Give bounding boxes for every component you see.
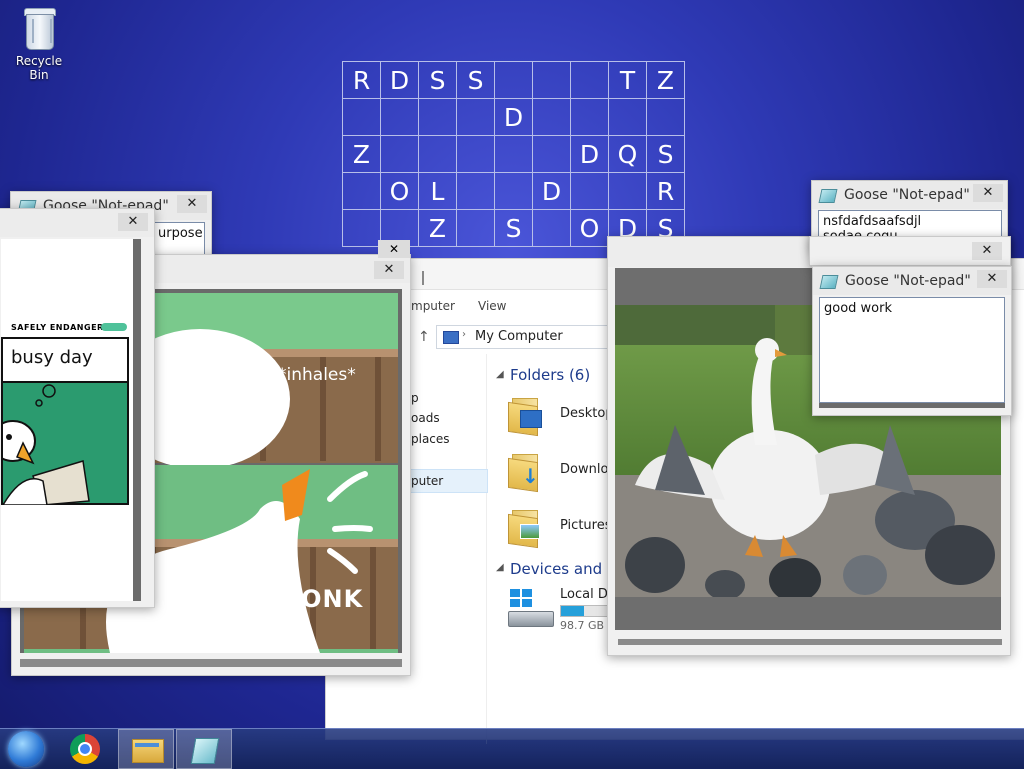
grid-cell: D	[570, 135, 609, 173]
folder-downloads[interactable]: ↓ Downloa	[508, 450, 616, 493]
nav-item-2[interactable]: places	[411, 432, 450, 446]
grid-cell: S	[418, 61, 457, 99]
devices-header[interactable]: Devices and dr	[510, 560, 623, 578]
grid-cell	[532, 209, 571, 247]
close-button[interactable]: ✕	[977, 270, 1007, 288]
grid-cell: S	[494, 209, 533, 247]
address-text: My Computer	[475, 329, 563, 344]
grid-cell	[570, 61, 609, 99]
meme-caption: busy day	[11, 347, 93, 368]
grid-cell	[570, 172, 609, 210]
start-button[interactable]	[0, 729, 56, 769]
close-button[interactable]: ✕	[118, 213, 148, 231]
grid-cell	[456, 172, 495, 210]
grid-cell	[418, 98, 457, 136]
nav-item-1[interactable]: oads	[411, 411, 440, 425]
notepad-text-area[interactable]: good work	[819, 297, 1005, 403]
meme-panel: busy day	[1, 337, 129, 505]
grid-cell	[342, 98, 381, 136]
close-button[interactable]: ✕	[972, 242, 1002, 260]
grid-cell	[532, 98, 571, 136]
grid-cell	[494, 135, 533, 173]
grid-cell	[380, 98, 419, 136]
grid-cell	[342, 172, 381, 210]
collapse-arrow-icon[interactable]: ◢	[496, 562, 504, 573]
grid-cell	[532, 135, 571, 173]
notepad-icon	[818, 189, 838, 203]
grid-cell: D	[380, 61, 419, 99]
grid-cell	[456, 209, 495, 247]
folder-download-icon: ↓	[508, 450, 542, 493]
grid-cell: T	[608, 61, 647, 99]
grid-cell: O	[380, 172, 419, 210]
recycle-bin-icon	[22, 8, 56, 50]
grid-cell: R	[342, 61, 381, 99]
grid-cell: Z	[646, 61, 685, 99]
grid-cell: R	[646, 172, 685, 210]
up-arrow-icon[interactable]: ↑	[418, 329, 430, 345]
grid-cell	[532, 61, 571, 99]
grid-cell	[456, 98, 495, 136]
grid-cell	[494, 61, 533, 99]
disk-usage-bar	[560, 605, 612, 617]
grid-cell: D	[494, 98, 533, 136]
close-button[interactable]: ✕	[177, 195, 207, 213]
notepad-icon	[819, 275, 839, 289]
grid-cell	[494, 172, 533, 210]
folder-pictures-icon	[508, 506, 542, 549]
recycle-bin[interactable]: Recycle Bin	[6, 6, 72, 82]
grid-cell: Z	[418, 209, 457, 247]
close-button[interactable]: ✕	[378, 240, 410, 258]
grid-cell	[646, 98, 685, 136]
computer-icon	[443, 331, 459, 344]
grid-cell	[418, 135, 457, 173]
grid-cell: Q	[608, 135, 647, 173]
meme-window[interactable]: ✕ SAFELY ENDANGERED busy day	[0, 208, 155, 608]
grid-cell: S	[646, 135, 685, 173]
chrome-icon	[70, 734, 100, 764]
grid-cell: O	[570, 209, 609, 247]
grid-cell: Z	[342, 135, 381, 173]
folder-desktop[interactable]: Desktop	[508, 394, 614, 437]
grid-cell: D	[532, 172, 571, 210]
taskbar-explorer[interactable]	[118, 729, 174, 769]
comic-text-honk: HONK	[280, 585, 364, 613]
grid-cell: L	[418, 172, 457, 210]
close-button[interactable]: ✕	[374, 261, 404, 279]
folders-header[interactable]: Folders (6)	[510, 366, 590, 384]
menu-view[interactable]: View	[478, 299, 506, 313]
taskbar-chrome[interactable]	[58, 729, 114, 769]
hard-drive-icon	[508, 589, 554, 629]
notepad-icon	[190, 738, 220, 764]
chevron-right-icon: ›	[462, 329, 466, 340]
recycle-bin-label: Recycle Bin	[15, 54, 63, 82]
folder-pictures[interactable]: Pictures	[508, 506, 611, 549]
meme-image-area: SAFELY ENDANGERED busy day	[1, 239, 133, 601]
window-titlebar-fragment: ✕	[809, 236, 1011, 266]
nav-item-3[interactable]: puter	[411, 474, 443, 488]
grid-cell	[380, 135, 419, 173]
grid-cell	[608, 172, 647, 210]
grid-cell	[570, 98, 609, 136]
taskbar-notepad[interactable]	[176, 729, 232, 769]
grid-cell: S	[456, 61, 495, 99]
notepad-window-right[interactable]: Goose "Not-epad" ✕ good work	[812, 266, 1012, 416]
folder-icon	[508, 394, 542, 437]
comic-text-inhales: *inhales*	[278, 365, 356, 385]
grid-cell	[342, 209, 381, 247]
disk-usage-fill	[561, 606, 584, 616]
close-button[interactable]: ✕	[973, 184, 1003, 202]
grid-cell	[456, 135, 495, 173]
windows-logo-icon	[8, 731, 44, 767]
letter-grid: RDSSTZDZDQSOLDRZSODS	[342, 61, 685, 247]
address-bar[interactable]: › My Computer	[436, 325, 623, 349]
taskbar	[0, 728, 1024, 769]
grid-cell	[608, 98, 647, 136]
nav-item-0[interactable]: p	[411, 391, 419, 405]
collapse-arrow-icon[interactable]: ◢	[496, 369, 504, 380]
menu-computer[interactable]: mputer	[411, 299, 455, 313]
